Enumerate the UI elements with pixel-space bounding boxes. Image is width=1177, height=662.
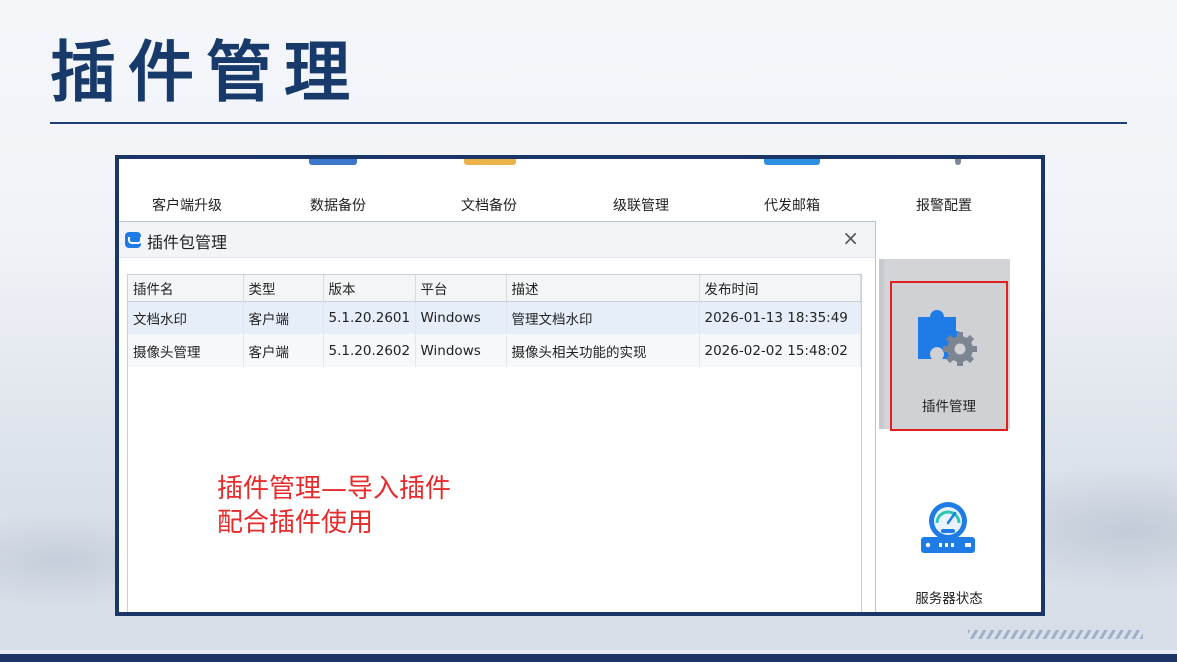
- tab-data-backup[interactable]: 数据备份: [310, 195, 366, 215]
- cell-type: 客户端: [243, 334, 324, 367]
- decorative-stripes: [968, 630, 1143, 639]
- note-line-2: 配合插件使用: [217, 508, 374, 538]
- stub-icon: [764, 159, 820, 165]
- tab-mail-relay[interactable]: 代发邮箱: [764, 195, 820, 215]
- column-header-name[interactable]: 插件名: [128, 275, 244, 302]
- stub-icon: [464, 159, 516, 165]
- tab-alarm-config[interactable]: 报警配置: [916, 195, 972, 215]
- plugin-card-label: 插件管理: [922, 399, 976, 415]
- tab-client-upgrade[interactable]: 客户端升级: [152, 195, 222, 215]
- column-header-release-time[interactable]: 发布时间: [699, 275, 861, 302]
- stub-icon: [309, 159, 357, 165]
- close-icon[interactable]: ×: [842, 226, 859, 250]
- column-header-platform[interactable]: 平台: [415, 275, 507, 302]
- cell-release-time: 2026-02-02 15:48:02: [699, 334, 861, 367]
- cell-version: 5.1.20.2602: [323, 334, 416, 367]
- page-title: 插件管理: [50, 34, 362, 111]
- top-toolbar: 客户端升级 数据备份 文档备份 级联管理 代发邮箱 报警配置: [119, 195, 1041, 217]
- table-row[interactable]: 文档水印 客户端 5.1.20.2601 Windows 管理文档水印 2026…: [128, 301, 861, 334]
- cell-description: 摄像头相关功能的实现: [506, 334, 700, 367]
- dialog-title: 插件包管理: [147, 233, 228, 252]
- top-icon-stubs: [119, 159, 1041, 167]
- server-status-label[interactable]: 服务器状态: [890, 587, 1008, 607]
- tab-cascade-management[interactable]: 级联管理: [613, 195, 669, 215]
- plugin-package-dialog: 插件包管理 × 插件名 类型 版本 平台 描述 发布时间 文档水印 客户端 5.…: [119, 221, 876, 612]
- cell-version: 5.1.20.2601: [323, 301, 416, 334]
- cell-description: 管理文档水印: [506, 301, 700, 334]
- column-header-type[interactable]: 类型: [243, 275, 324, 302]
- tab-doc-backup[interactable]: 文档备份: [461, 195, 517, 215]
- app-screenshot: 客户端升级 数据备份 文档备份 级联管理 代发邮箱 报警配置 插件管理 服务器状…: [115, 155, 1045, 616]
- cell-platform: Windows: [415, 301, 507, 334]
- table-row[interactable]: 摄像头管理 客户端 5.1.20.2602 Windows 摄像头相关功能的实现…: [128, 334, 861, 367]
- bottom-bar: [0, 654, 1177, 662]
- server-gauge-icon[interactable]: [919, 499, 979, 559]
- annotation-note: 插件管理—导入插件 配合插件使用: [217, 472, 451, 540]
- title-divider: [50, 122, 1127, 124]
- plugin-management-card[interactable]: 插件管理: [890, 281, 1008, 431]
- puzzle-gear-icon: [918, 310, 977, 366]
- cell-platform: Windows: [415, 334, 507, 367]
- column-header-description[interactable]: 描述: [506, 275, 700, 302]
- cell-release-time: 2026-01-13 18:35:49: [699, 301, 861, 334]
- plugin-table: 插件名 类型 版本 平台 描述 发布时间 文档水印 客户端 5.1.20.260…: [127, 274, 862, 612]
- note-line-1: 插件管理—导入插件: [217, 474, 452, 504]
- cell-name: 摄像头管理: [128, 334, 244, 367]
- dialog-titlebar: 插件包管理 ×: [119, 222, 875, 258]
- cell-name: 文档水印: [128, 301, 244, 334]
- table-header-row: 插件名 类型 版本 平台 描述 发布时间: [128, 275, 861, 302]
- stub-icon: [955, 159, 961, 165]
- cell-type: 客户端: [243, 301, 324, 334]
- app-logo-icon: [125, 232, 142, 248]
- column-header-version[interactable]: 版本: [323, 275, 416, 302]
